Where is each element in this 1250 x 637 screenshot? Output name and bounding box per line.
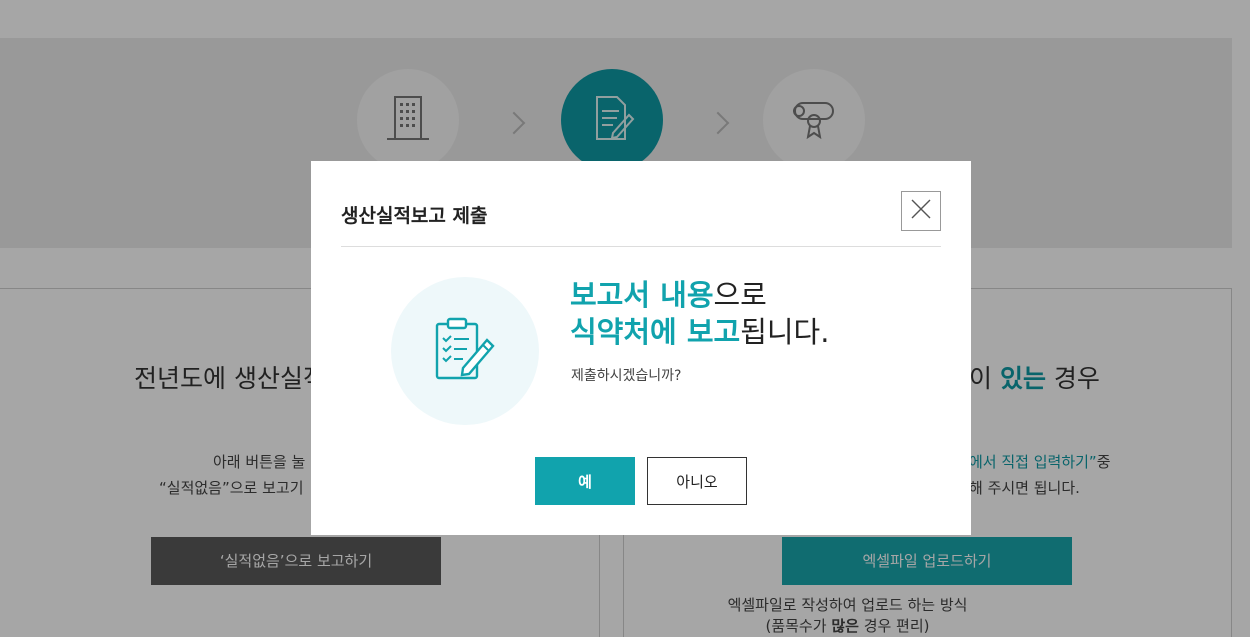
confirm-yes-button[interactable]: 예 xyxy=(535,457,635,505)
dialog-question: 제출하시겠습니까? xyxy=(571,368,682,384)
close-icon xyxy=(911,199,931,223)
dialog-divider xyxy=(341,246,941,247)
submit-report-dialog: 생산실적보고 제출 보고서 내용으로 식약처에 보고됩니다. 제출하시겠습니까?… xyxy=(311,161,971,535)
dialog-title: 생산실적보고 제출 xyxy=(341,205,488,227)
dialog-illustration xyxy=(391,277,539,425)
close-button[interactable] xyxy=(901,191,941,231)
dialog-message: 보고서 내용으로 식약처에 보고됩니다. xyxy=(570,278,830,349)
clipboard-edit-icon xyxy=(433,316,497,386)
cancel-no-button[interactable]: 아니오 xyxy=(647,457,747,505)
